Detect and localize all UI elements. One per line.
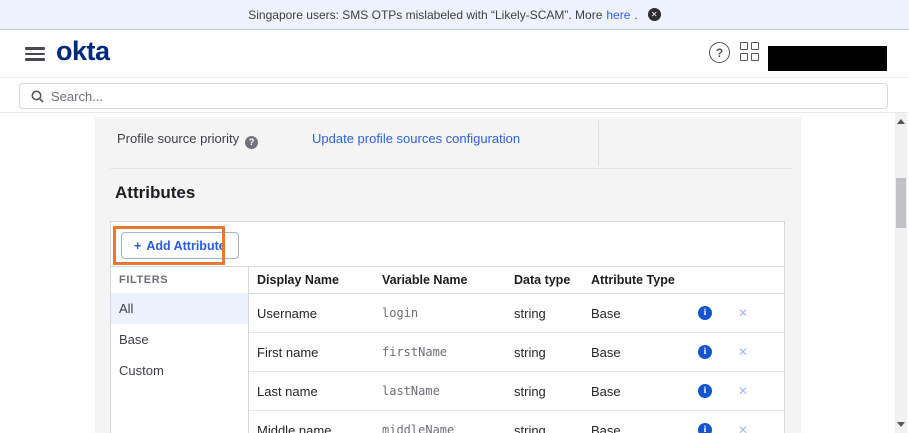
table-row: Last namelastNamestringBasei ✕	[249, 372, 784, 411]
attributes-table-body: UsernameloginstringBasei✕First namefirst…	[249, 294, 784, 433]
help-tooltip-icon[interactable]: ?	[245, 136, 258, 149]
table-row: UsernameloginstringBasei ✕	[249, 294, 784, 333]
banner-close-icon[interactable]: ✕	[648, 8, 661, 21]
attributes-panel: + Add Attribute FILTERS AllBaseCustom Di…	[110, 221, 785, 433]
info-icon[interactable]: i	[698, 384, 712, 398]
cell-variable-name: login	[382, 306, 514, 320]
remove-attribute-icon[interactable]: ✕	[738, 345, 748, 359]
cell-variable-name: lastName	[382, 384, 514, 398]
cell-attribute-type: Base	[591, 345, 687, 360]
cell-attribute-type: Base	[591, 384, 687, 399]
vertical-scrollbar[interactable]	[895, 113, 907, 433]
add-attribute-label: Add Attribute	[146, 239, 225, 253]
scrollbar-thumb[interactable]	[896, 178, 906, 228]
table-row: Middle namemiddleNamestringBase i ✕	[249, 411, 784, 433]
cell-attribute-type: Base	[591, 423, 687, 433]
section-divider	[110, 168, 792, 169]
cell-data-type: string	[514, 384, 591, 399]
cell-attribute-type: Base	[591, 306, 687, 321]
cell-variable-name: firstName	[382, 345, 514, 359]
cell-display-name: Username	[257, 306, 382, 321]
scroll-down-arrow-icon[interactable]	[897, 422, 905, 427]
cell-data-type: string	[514, 306, 591, 321]
profile-editor-pane: Profile source priority? Update profile …	[95, 117, 801, 433]
cell-data-type: string	[514, 423, 591, 433]
banner-message: Singapore users: SMS OTPs mislabeled wit…	[248, 8, 602, 22]
cell-display-name: First name	[257, 345, 382, 360]
info-icon[interactable]: i	[698, 306, 712, 320]
profile-source-priority-label: Profile source priority?	[117, 131, 258, 149]
okta-admin-screen: Singapore users: SMS OTPs mislabeled wit…	[0, 0, 909, 433]
plus-icon: +	[134, 239, 141, 253]
info-icon[interactable]: i	[698, 345, 712, 359]
vertical-divider	[598, 121, 599, 166]
filter-item-all[interactable]: All	[111, 293, 248, 324]
apps-grid-icon[interactable]	[740, 42, 760, 62]
attributes-body: FILTERS AllBaseCustom Display Name Varia…	[111, 267, 784, 433]
filter-item-custom[interactable]: Custom	[111, 355, 248, 386]
okta-logo: okta	[56, 36, 110, 67]
attributes-table: Display Name Variable Name Data type Att…	[249, 267, 784, 433]
filters-sidebar: FILTERS AllBaseCustom	[111, 267, 249, 433]
col-variable-name: Variable Name	[382, 273, 514, 287]
table-row: First namefirstNamestringBasei ✕	[249, 333, 784, 372]
filters-list: AllBaseCustom	[111, 293, 248, 386]
cell-data-type: string	[514, 345, 591, 360]
col-attribute-type: Attribute Type	[591, 273, 687, 287]
cell-display-name: Last name	[257, 384, 382, 399]
search-icon	[31, 90, 44, 103]
notification-banner: Singapore users: SMS OTPs mislabeled wit…	[0, 0, 909, 30]
filter-item-base[interactable]: Base	[111, 324, 248, 355]
scroll-up-arrow-icon[interactable]	[897, 119, 905, 124]
attributes-title: Attributes	[115, 183, 195, 203]
info-icon[interactable]: i	[698, 423, 712, 433]
redacted-account-info	[768, 46, 887, 71]
cell-display-name: Middle name	[257, 423, 382, 433]
add-attribute-button[interactable]: + Add Attribute	[121, 232, 239, 259]
cell-variable-name: middleName	[382, 423, 514, 433]
help-icon[interactable]: ?	[709, 42, 730, 63]
remove-attribute-icon[interactable]: ✕	[738, 306, 748, 320]
app-header: okta ?	[0, 30, 909, 78]
attributes-toolbar: + Add Attribute	[111, 222, 784, 267]
col-display-name: Display Name	[257, 273, 382, 287]
hamburger-menu-icon[interactable]	[25, 47, 45, 61]
banner-suffix: .	[634, 8, 637, 22]
search-placeholder: Search...	[51, 89, 103, 104]
search-input[interactable]: Search...	[19, 83, 888, 109]
table-header-row: Display Name Variable Name Data type Att…	[249, 267, 784, 294]
update-profile-sources-link[interactable]: Update profile sources configuration	[312, 131, 520, 146]
filters-header: FILTERS	[111, 267, 248, 293]
search-row: Search...	[0, 78, 909, 113]
col-data-type: Data type	[514, 273, 591, 287]
main-content: Profile source priority? Update profile …	[0, 113, 909, 433]
banner-here-link[interactable]: here	[606, 8, 630, 22]
remove-attribute-icon[interactable]: ✕	[738, 423, 748, 433]
remove-attribute-icon[interactable]: ✕	[738, 384, 748, 398]
